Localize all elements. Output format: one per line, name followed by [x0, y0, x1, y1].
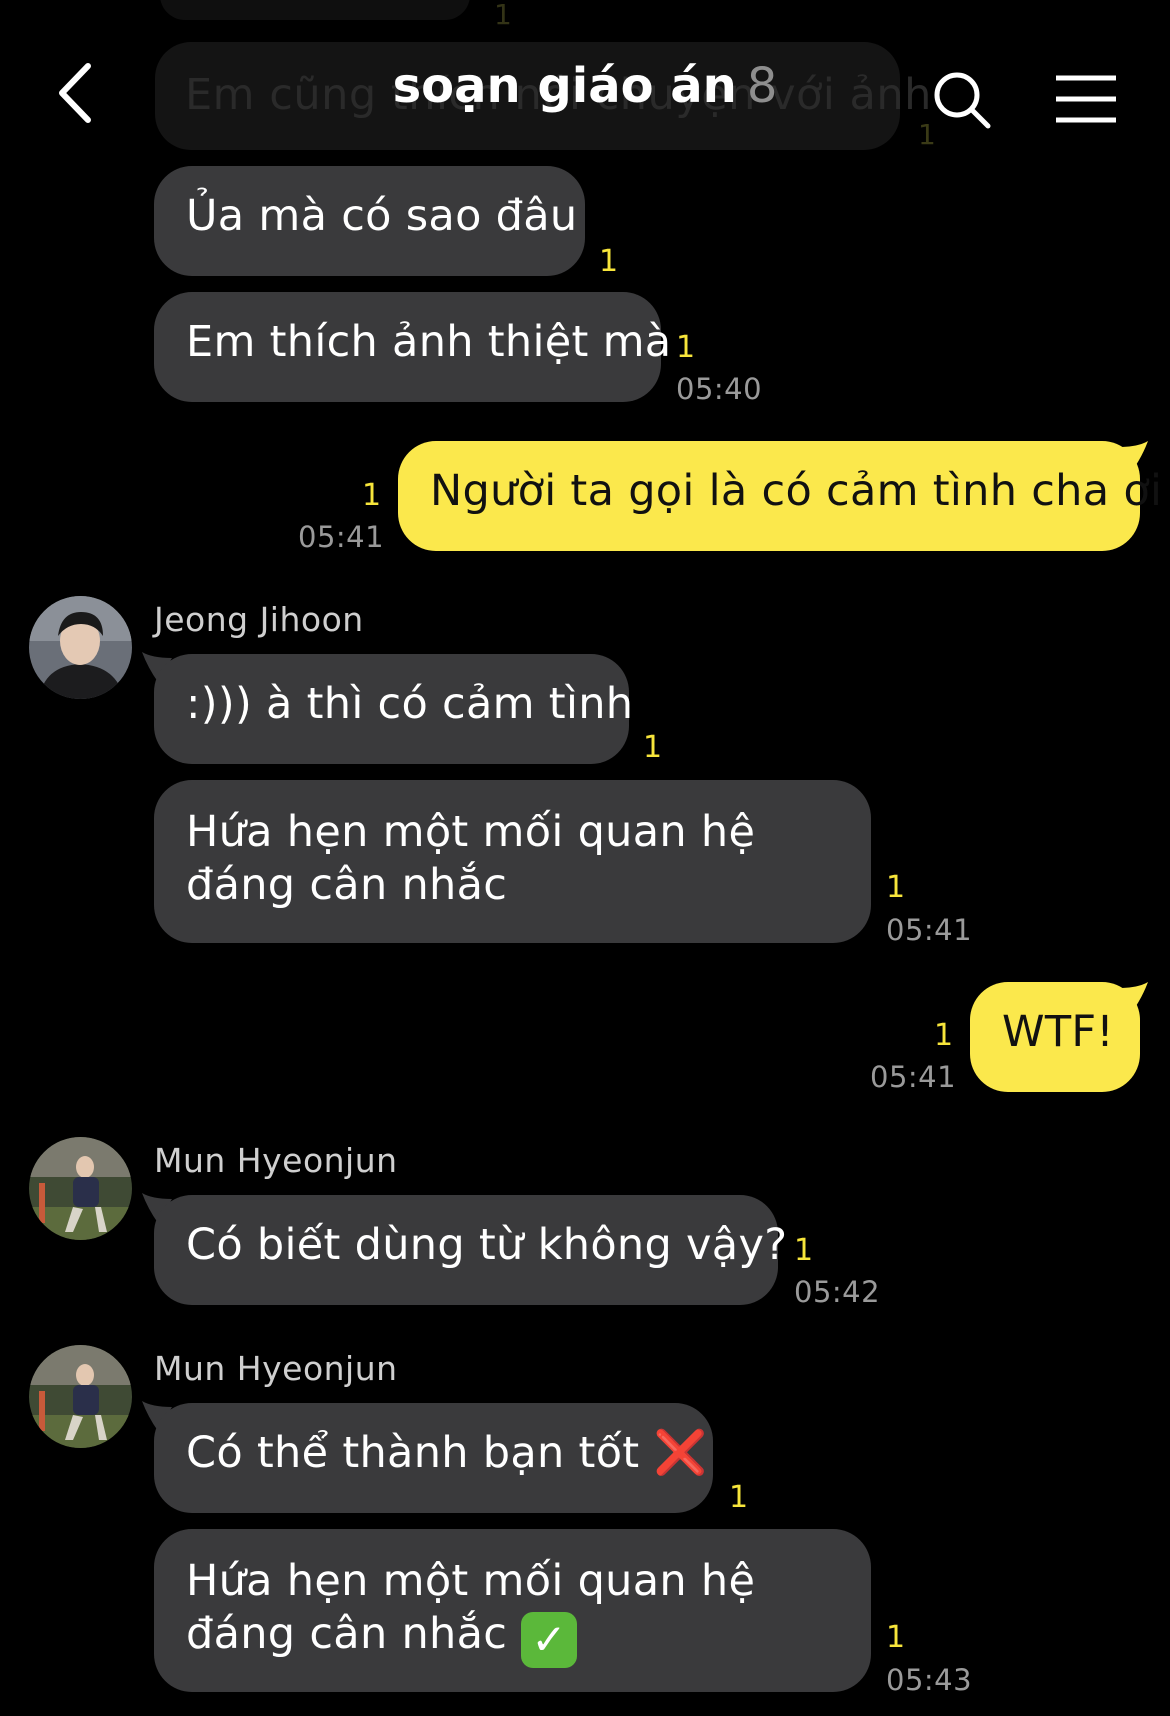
message-bubble[interactable]: Hứa hẹn một mối quan hệ đáng cân nhắc: [154, 780, 871, 943]
profile-photo: [29, 1137, 132, 1240]
member-count: 8: [746, 58, 778, 114]
message-timestamp: 05:41: [870, 1060, 957, 1094]
message-timestamp: 05:42: [794, 1275, 881, 1309]
chat-header: soạn giáo án 8: [0, 40, 1170, 140]
message-text: WTF!: [1002, 1007, 1114, 1057]
sender-name: Mun Hyeonjun: [154, 1141, 398, 1180]
avatar[interactable]: [29, 596, 132, 699]
chat-title: soạn giáo án 8: [0, 58, 1170, 114]
sender-name: Mun Hyeonjun: [154, 1349, 398, 1388]
message-bubble[interactable]: Ủa mà có sao đâu: [154, 166, 585, 276]
message-timestamp: 05:41: [298, 520, 385, 554]
unread-count: 1: [599, 244, 619, 279]
message-text: :))) à thì có cảm tình: [186, 679, 634, 729]
outgoing-message-bubble[interactable]: WTF!: [970, 982, 1140, 1092]
search-button[interactable]: [930, 68, 994, 132]
unread-count: 1: [886, 1620, 906, 1655]
message-bubble[interactable]: Có biết dùng từ không vậy?: [154, 1195, 787, 1305]
bubble-tail: [1118, 441, 1148, 471]
search-icon: [934, 72, 991, 129]
faded-message-bubble-top: [160, 0, 470, 20]
cross-mark-emoji: ❌: [653, 1428, 708, 1478]
avatar[interactable]: [29, 1137, 132, 1240]
message-text: Người ta gọi là có cảm tình cha ơi: [430, 466, 1163, 516]
profile-photo: [29, 596, 132, 699]
message-text: Ủa mà có sao đâu: [186, 191, 578, 241]
message-bubble[interactable]: Em thích ảnh thiệt mà: [154, 292, 671, 402]
message-text: Hứa hẹn một mối quan hệ đáng cân nhắc: [186, 1556, 756, 1659]
message-text: Em thích ảnh thiệt mà: [186, 317, 672, 367]
sender-name: Jeong Jihoon: [154, 600, 364, 639]
check-mark-emoji: ✓: [521, 1612, 578, 1668]
unread-count: 1: [676, 330, 696, 365]
unread-count: 1: [729, 1480, 749, 1515]
menu-button[interactable]: [1054, 70, 1118, 128]
message-bubble[interactable]: :))) à thì có cảm tình: [154, 654, 633, 764]
message-timestamp: 05:41: [886, 913, 973, 947]
message-bubble[interactable]: Có thể thành bạn tốt ❌: [154, 1403, 713, 1513]
unread-count: 1: [934, 1018, 954, 1053]
unread-count: 1: [886, 870, 906, 905]
faded-unread-count-top: 1: [494, 0, 512, 31]
message-text: Có biết dùng từ không vậy?: [186, 1220, 788, 1270]
message-bubble[interactable]: Hứa hẹn một mối quan hệ đáng cân nhắc ✓: [154, 1529, 871, 1692]
bubble-tail: [1118, 982, 1148, 1012]
profile-photo: [29, 1345, 132, 1448]
message-timestamp: 05:43: [886, 1663, 973, 1697]
message-text: Có thể thành bạn tốt: [186, 1428, 640, 1478]
unread-count: 1: [643, 730, 663, 765]
message-text: Hứa hẹn một mối quan hệ đáng cân nhắc: [186, 807, 756, 910]
avatar[interactable]: [29, 1345, 132, 1448]
menu-icon: [1056, 75, 1116, 123]
message-timestamp: 05:40: [676, 372, 763, 406]
unread-count: 1: [362, 478, 382, 513]
outgoing-message-bubble[interactable]: Người ta gọi là có cảm tình cha ơi: [398, 441, 1162, 551]
unread-count: 1: [794, 1233, 814, 1268]
chat-title-text: soạn giáo án: [392, 58, 737, 114]
